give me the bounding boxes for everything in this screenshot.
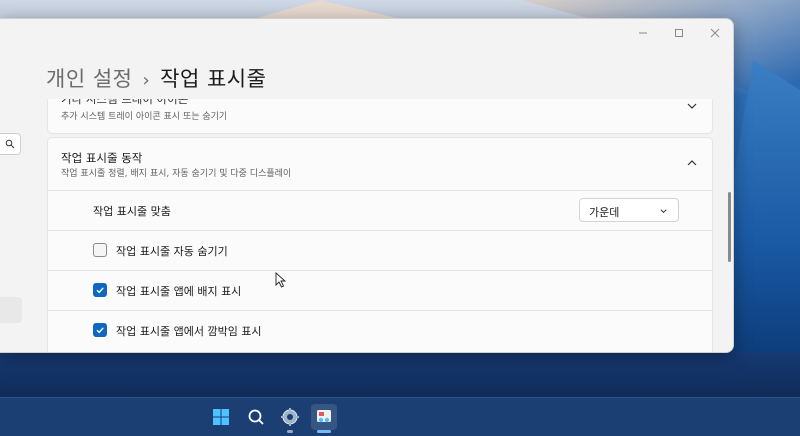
taskbar-alignment-dropdown[interactable]: 가운데	[579, 198, 679, 222]
mouse-cursor-icon	[275, 272, 287, 288]
snipping-tool-icon	[317, 410, 331, 423]
tray-section-subtitle: 추가 시스템 트레이 아이콘 표시 또는 숨기기	[61, 112, 228, 122]
settings-search-box[interactable]	[0, 133, 21, 155]
show-flashing-row[interactable]: 작업 표시줄 앱에서 깜박임 표시	[48, 310, 713, 350]
chevron-down-icon	[660, 209, 667, 214]
auto-hide-row[interactable]: 작업 표시줄 자동 숨기기	[48, 230, 713, 270]
search-icon	[248, 409, 264, 425]
maximize-icon	[675, 29, 683, 37]
maximize-button[interactable]	[661, 19, 697, 47]
breadcrumb-parent[interactable]: 개인 설정	[46, 67, 132, 91]
minimize-icon	[639, 32, 647, 34]
taskbar-behaviors-title: 작업 표시줄 동작	[61, 151, 143, 165]
lake	[0, 352, 800, 397]
show-badges-label: 작업 표시줄 앱에 배지 표시	[116, 285, 242, 298]
settings-window: 개인 설정 › 작업 표시줄 기타 시스템 트레이 아이콘 추가 시스템 트레이 아…	[0, 18, 734, 353]
settings-content: 기타 시스템 트레이 아이콘 추가 시스템 트레이 아이콘 표시 또는 숨기기 …	[47, 99, 713, 352]
taskbar-behaviors-subtitle: 작업 표시줄 정렬, 배지 표시, 자동 숨기기 및 다중 디스플레이	[61, 169, 292, 179]
tray-section-title: 기타 시스템 트레이 아이콘	[61, 99, 189, 106]
taskbar-behaviors-card: 작업 표시줄 동작 작업 표시줄 정렬, 배지 표시, 자동 숨기기 및 다중 …	[47, 137, 713, 352]
dropdown-value: 가운데	[589, 206, 620, 219]
other-tray-icons-card[interactable]: 기타 시스템 트레이 아이콘 추가 시스템 트레이 아이콘 표시 또는 숨기기	[47, 99, 713, 134]
search-icon	[5, 139, 15, 149]
windows-taskbar	[0, 397, 800, 436]
show-flashing-checkbox[interactable]	[93, 323, 107, 337]
show-badges-checkbox[interactable]	[93, 283, 107, 297]
taskbar-alignment-row: 작업 표시줄 맞춤 가운데	[48, 190, 713, 230]
content-scrollbar[interactable]	[728, 192, 731, 262]
checkmark-icon	[96, 287, 104, 294]
start-button[interactable]	[208, 404, 234, 430]
chevron-up-icon[interactable]	[686, 157, 698, 169]
close-button[interactable]	[697, 19, 733, 47]
taskbar-search-button[interactable]	[243, 404, 269, 430]
start-icon	[213, 409, 229, 425]
chevron-down-icon[interactable]	[686, 100, 698, 112]
checkmark-icon	[96, 327, 104, 334]
caption-buttons	[625, 19, 733, 47]
running-indicator	[287, 430, 293, 433]
breadcrumb-separator: ›	[142, 70, 151, 91]
page-title: 개인 설정 › 작업 표시줄	[46, 63, 266, 93]
taskbar-snipping-tool[interactable]	[311, 404, 337, 433]
taskbar-alignment-label: 작업 표시줄 맞춤	[93, 205, 171, 218]
show-badges-row[interactable]: 작업 표시줄 앱에 배지 표시	[48, 270, 713, 310]
settings-gear-icon	[281, 408, 299, 426]
auto-hide-label: 작업 표시줄 자동 숨기기	[116, 245, 228, 258]
minimize-button[interactable]	[625, 19, 661, 47]
mountain-slope	[733, 60, 800, 360]
taskbar-settings-app[interactable]	[277, 404, 303, 433]
active-indicator	[317, 430, 331, 433]
show-flashing-label: 작업 표시줄 앱에서 깜박임 표시	[116, 325, 262, 338]
close-icon	[710, 28, 720, 38]
breadcrumb-current: 작업 표시줄	[160, 67, 267, 91]
auto-hide-checkbox[interactable]	[93, 243, 107, 257]
sidebar-selected-item[interactable]	[0, 297, 22, 323]
